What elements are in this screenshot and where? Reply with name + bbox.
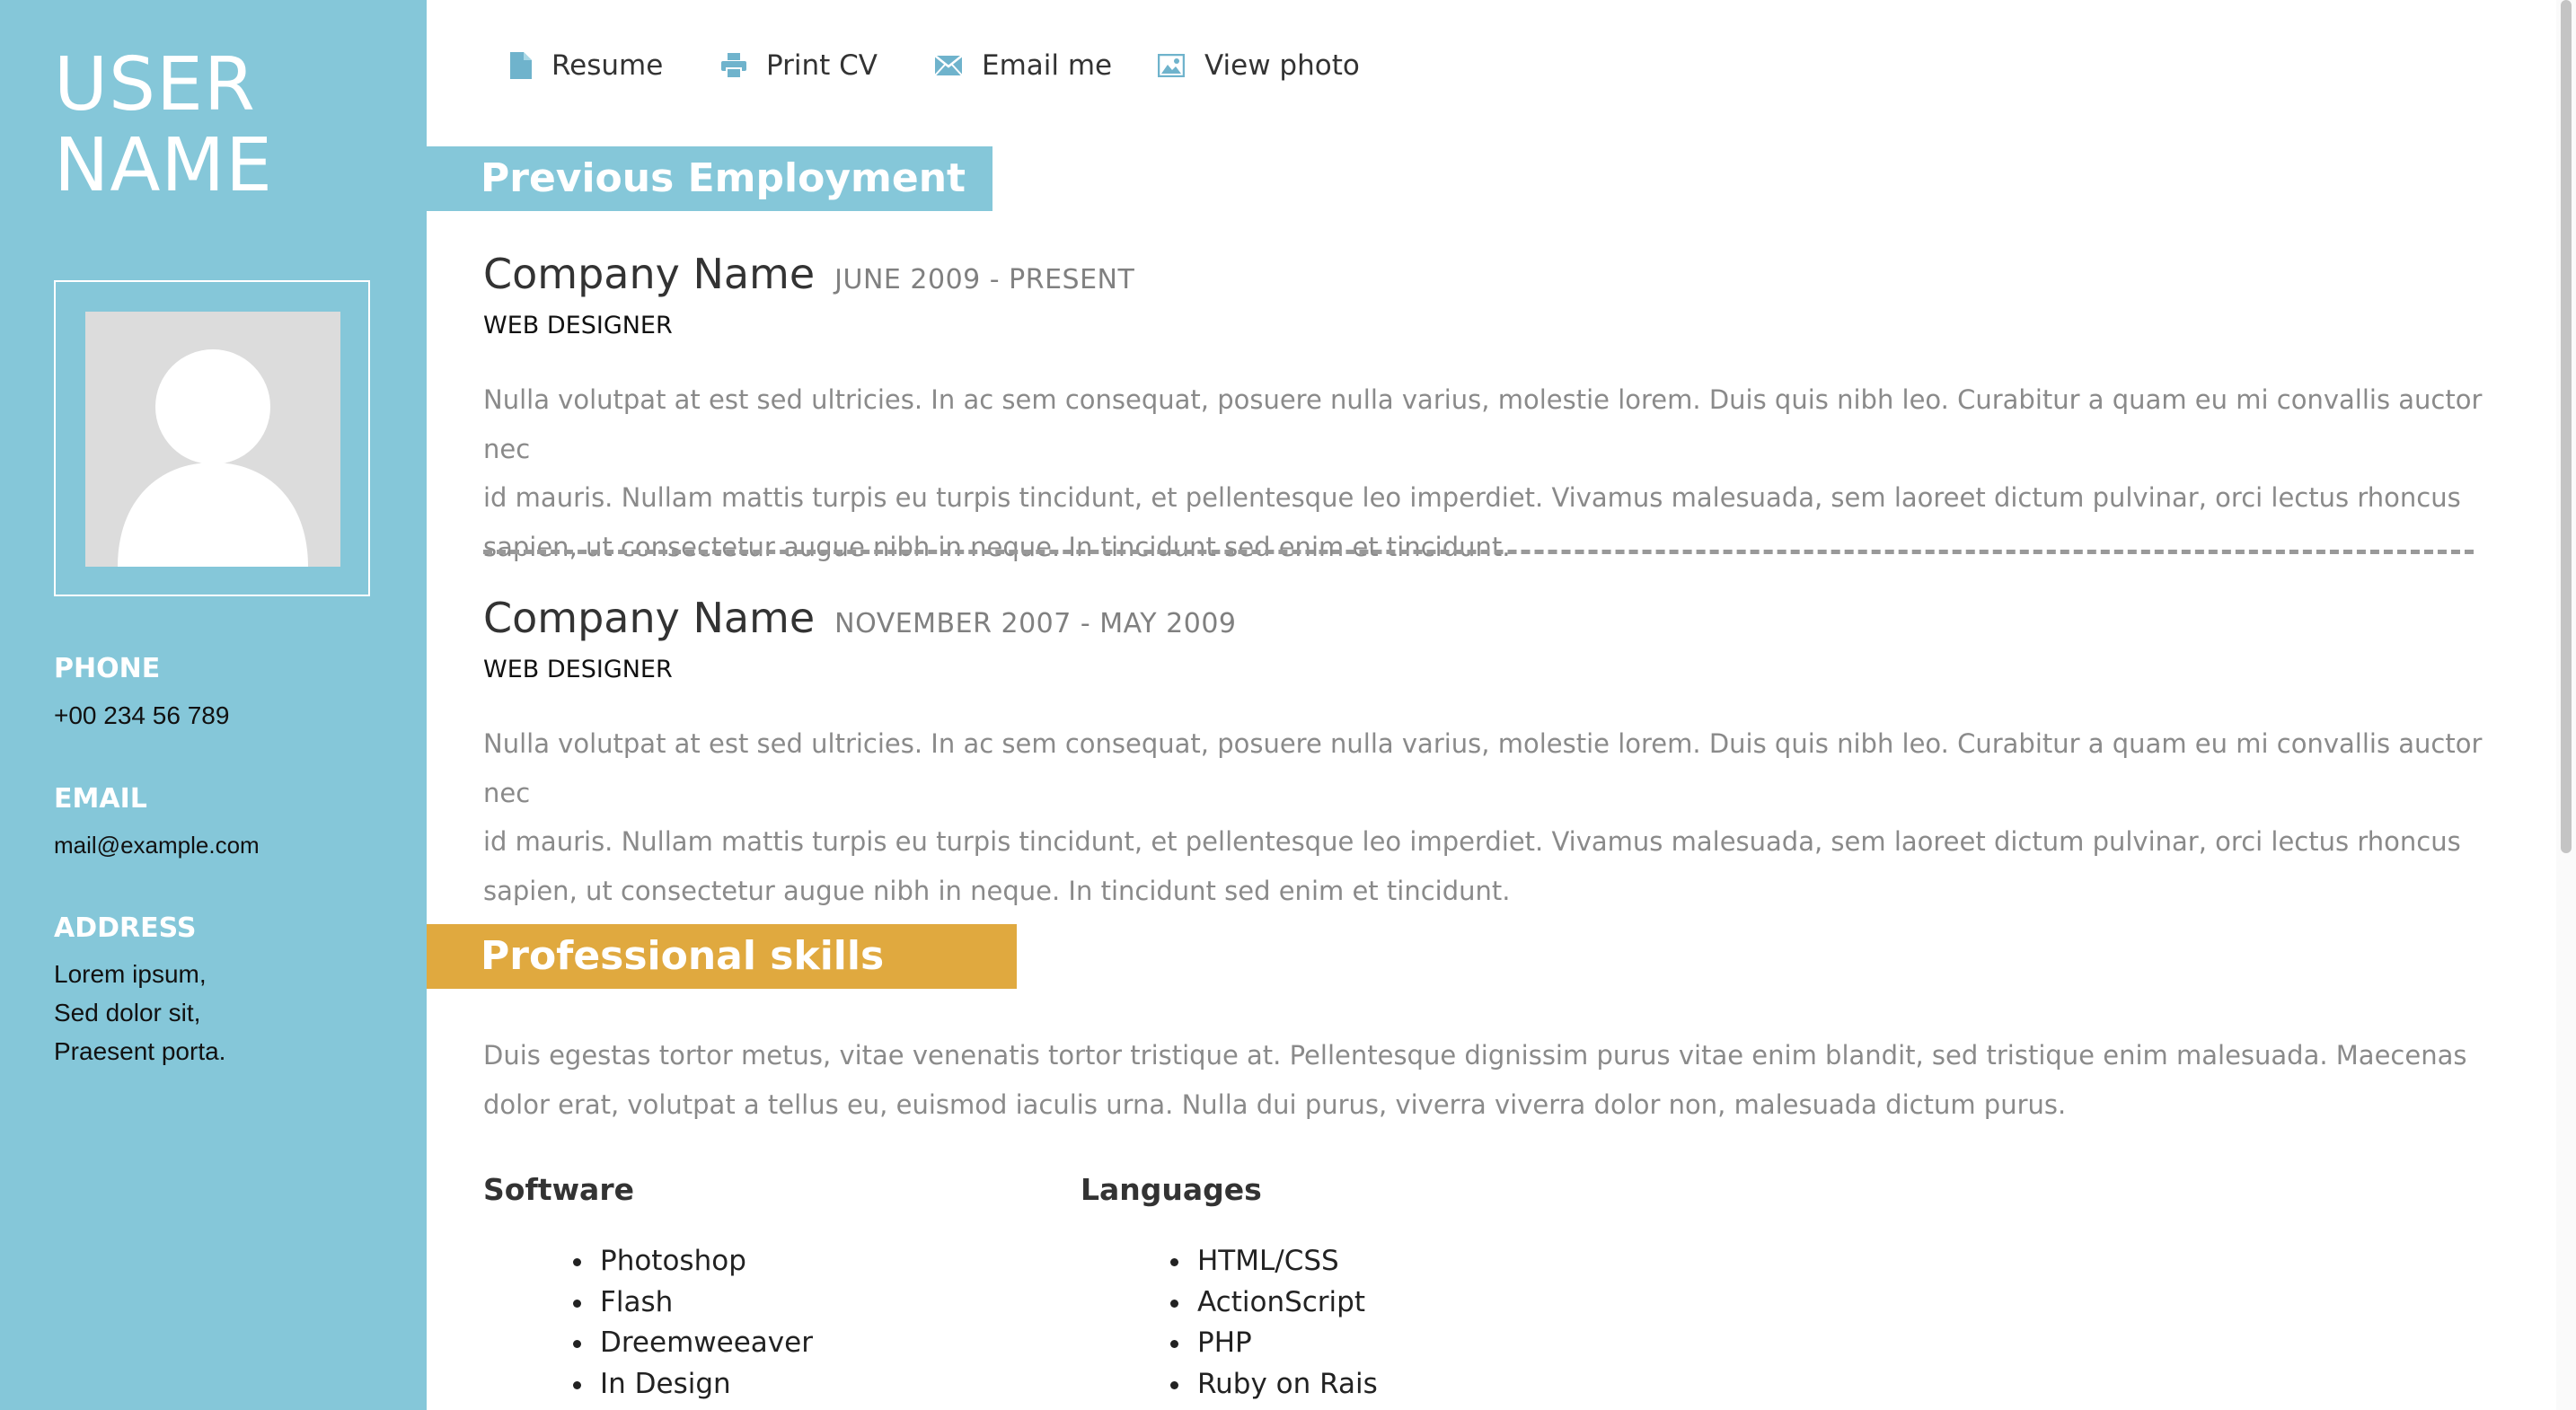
job-2-line: id mauris. Nullam mattis turpis eu turpi…: [483, 826, 2461, 857]
nav-print-label: Print CV: [766, 49, 878, 82]
language-item: HTML/CSS: [1170, 1241, 1378, 1282]
job-2-role: WEB DESIGNER: [483, 656, 673, 683]
skills-line: Duis egestas tortor metus, vitae venenat…: [483, 1040, 2467, 1071]
job-1-title: Company Name JUNE 2009 - PRESENT: [483, 250, 1134, 298]
skills-line: dolor erat, volutpat a tellus eu, euismo…: [483, 1088, 2067, 1120]
address-line: Lorem ipsum,: [54, 960, 207, 988]
job-1-role: WEB DESIGNER: [483, 312, 673, 339]
software-item: Photoshop: [573, 1241, 813, 1282]
user-name-line2: NAME: [54, 123, 273, 208]
languages-title: Languages: [1081, 1172, 1262, 1207]
user-name-line1: USER: [54, 42, 256, 128]
document-icon: [510, 52, 532, 79]
job-2-dates: NOVEMBER 2007 - MAY 2009: [834, 608, 1237, 639]
phone-label: PHONE: [54, 653, 161, 684]
software-item: Flash: [573, 1282, 813, 1324]
nav-email-label: Email me: [982, 49, 1113, 82]
nav-photo-label: View photo: [1204, 49, 1360, 82]
job-2-title: Company Name NOVEMBER 2007 - MAY 2009: [483, 594, 1237, 642]
language-item: ActionScript: [1170, 1282, 1378, 1324]
email-value[interactable]: mail@example.com: [54, 826, 260, 865]
job-1-line: Nulla volutpat at est sed ultricies. In …: [483, 384, 2483, 464]
address-line: Sed dolor sit,: [54, 999, 201, 1027]
scrollbar-thumb[interactable]: [2561, 0, 2572, 853]
nav-resume-link[interactable]: Resume: [510, 49, 663, 82]
employment-heading: Previous Employment: [427, 146, 992, 211]
software-item: Dreemweeaver: [573, 1323, 813, 1364]
job-2-line: sapien, ut consectetur augue nibh in neq…: [483, 875, 1511, 906]
nav-resume-label: Resume: [551, 49, 664, 82]
skills-description: Duis egestas tortor metus, vitae venenat…: [483, 1031, 2488, 1129]
scrollbar[interactable]: [2556, 0, 2576, 1410]
job-1-description: Nulla volutpat at est sed ultricies. In …: [483, 375, 2488, 571]
software-item: In Design: [573, 1364, 813, 1406]
phone-value: +00 234 56 789: [54, 701, 230, 729]
job-1-company: Company Name: [483, 250, 816, 298]
job-divider: [483, 550, 2474, 554]
email-label: EMAIL: [54, 783, 147, 815]
image-icon: [1158, 54, 1185, 77]
printer-icon: [721, 53, 746, 78]
job-2-description: Nulla volutpat at est sed ultricies. In …: [483, 719, 2488, 915]
nav-email-link[interactable]: Email me: [935, 49, 1112, 82]
address-line: Praesent porta.: [54, 1037, 226, 1065]
language-item: PHP: [1170, 1323, 1378, 1364]
job-1-line: id mauris. Nullam mattis turpis eu turpi…: [483, 482, 2461, 513]
user-name: USER NAME: [54, 45, 273, 207]
language-item: Ruby on Rais: [1170, 1364, 1378, 1406]
envelope-icon: [935, 56, 962, 75]
address-label: ADDRESS: [54, 912, 197, 944]
job-2-line: Nulla volutpat at est sed ultricies. In …: [483, 728, 2483, 808]
languages-list: HTML/CSS ActionScript PHP Ruby on Rais: [1170, 1241, 1378, 1406]
job-1-line: sapien, ut consectetur augue nibh in neq…: [483, 531, 1511, 562]
user-placeholder-icon: [85, 312, 340, 567]
skills-heading: Professional skills: [427, 924, 1017, 989]
job-2-company: Company Name: [483, 594, 816, 642]
software-title: Software: [483, 1172, 634, 1207]
job-1-dates: JUNE 2009 - PRESENT: [834, 264, 1135, 295]
nav-photo-link[interactable]: View photo: [1158, 49, 1360, 82]
software-list: Photoshop Flash Dreemweeaver In Design: [573, 1241, 813, 1406]
sidebar: USER NAME PHONE +00 234 56 789 EMAIL mai…: [0, 0, 427, 1410]
address-value: Lorem ipsum, Sed dolor sit, Praesent por…: [54, 955, 225, 1071]
profile-photo[interactable]: [54, 280, 370, 596]
nav-print-link[interactable]: Print CV: [721, 49, 878, 82]
